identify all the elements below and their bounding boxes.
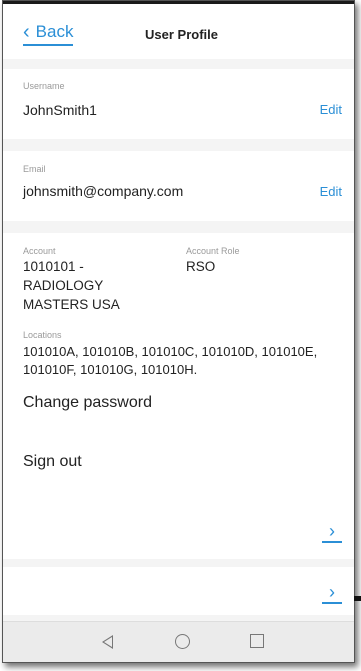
chevron-right-icon[interactable]: › <box>322 522 342 543</box>
username-value: JohnSmith1 <box>23 102 97 118</box>
username-label: Username <box>23 81 65 91</box>
extra-row[interactable]: › <box>3 567 354 615</box>
email-label: Email <box>23 164 46 174</box>
nav-recent-button[interactable] <box>250 634 264 648</box>
locations-label: Locations <box>23 330 62 340</box>
email-value: johnsmith@company.com <box>23 183 184 199</box>
email-card: Email johnsmith@company.com Edit <box>3 151 354 221</box>
chevron-right-icon[interactable]: › <box>322 583 342 604</box>
system-nav-bar <box>3 621 354 662</box>
change-password-link[interactable]: Change password <box>23 394 152 412</box>
triangle-back-icon <box>102 635 113 649</box>
phone-screen: ‹ Back User Profile Username JohnSmith1 … <box>2 0 355 663</box>
top-bar: ‹ Back User Profile <box>3 1 354 59</box>
account-role-value: RSO <box>186 259 216 274</box>
username-card: Username JohnSmith1 Edit <box>3 69 354 139</box>
square-recent-icon <box>250 634 264 648</box>
edit-username-button[interactable]: Edit <box>320 102 342 117</box>
edge-marker <box>354 596 361 601</box>
edit-email-button[interactable]: Edit <box>320 184 342 199</box>
account-card: Account 1010101 - RADIOLOGY MASTERS USA … <box>3 233 354 559</box>
account-label: Account <box>23 246 56 256</box>
circle-home-icon <box>175 634 190 649</box>
sign-out-link[interactable]: Sign out <box>23 453 82 471</box>
page-title: User Profile <box>145 27 218 42</box>
locations-value: 101010A, 101010B, 101010C, 101010D, 1010… <box>23 344 318 377</box>
account-role-label: Account Role <box>186 246 240 256</box>
account-value: 1010101 - RADIOLOGY MASTERS USA <box>23 259 120 312</box>
nav-back-button[interactable] <box>102 635 113 649</box>
nav-home-button[interactable] <box>175 634 190 649</box>
